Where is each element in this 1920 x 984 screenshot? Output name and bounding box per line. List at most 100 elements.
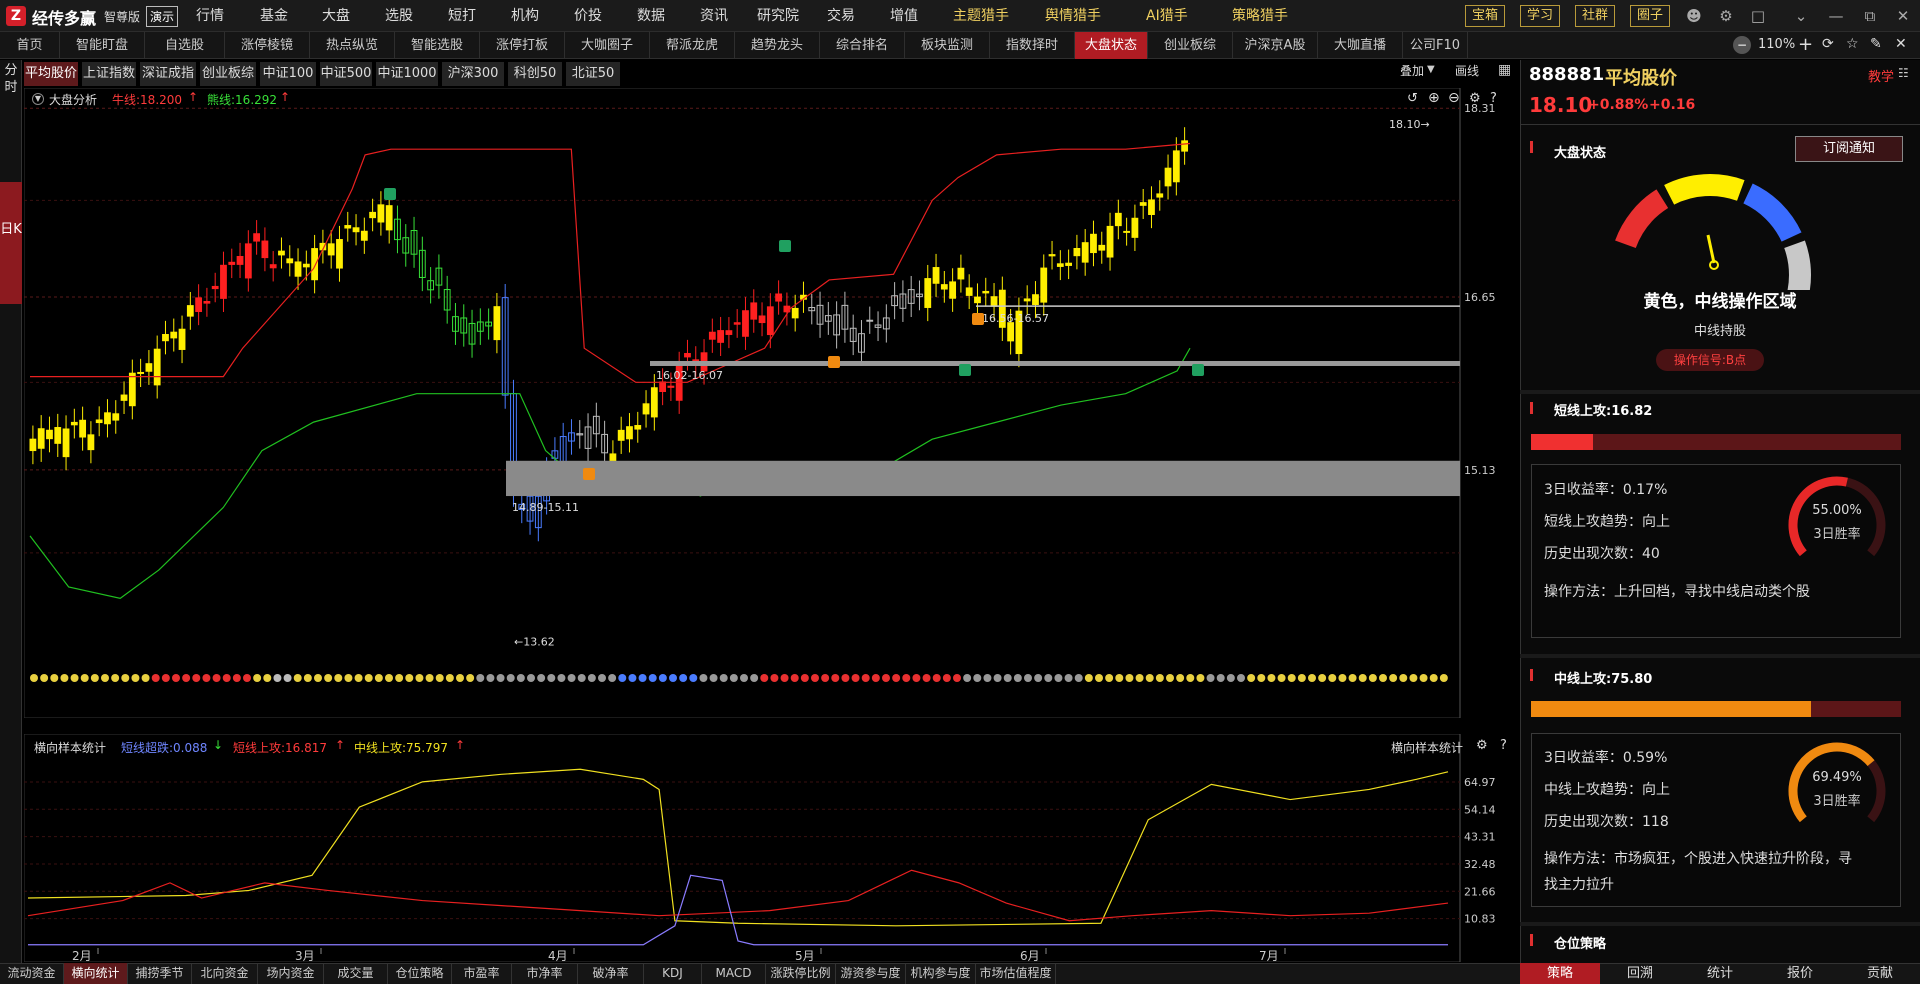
right-tab-backtrack[interactable]: 回溯: [1600, 963, 1680, 984]
bottom-tab-floor-funds[interactable]: 场内资金: [258, 963, 324, 984]
menu-data[interactable]: 数据: [637, 0, 665, 32]
menu-theme-hunter[interactable]: 主题猎手: [953, 0, 1009, 32]
bottom-tab-pb[interactable]: 市净率: [512, 963, 578, 984]
grid-icon[interactable]: ▦: [1498, 62, 1511, 78]
menu-ai-hunter[interactable]: AI猎手: [1146, 0, 1188, 32]
community-button[interactable]: 社群: [1575, 5, 1616, 27]
tab-trend-leader[interactable]: 趋势龙头: [735, 32, 820, 59]
period-intraday[interactable]: 分时: [2, 62, 20, 96]
period-daily-k[interactable]: 日K: [0, 182, 22, 304]
tab-smart-watch[interactable]: 智能盯盘: [60, 32, 145, 59]
share-icon[interactable]: ⟳: [1822, 36, 1834, 52]
indicator-chart[interactable]: 64.97 54.14 43.31 32.48 21.66 10.83 2月 3月 4月 5月 6月…: [24, 734, 1520, 962]
tab-big-live[interactable]: 大咖直播: [1318, 32, 1403, 59]
tab-composite-rank[interactable]: 综合排名: [820, 32, 905, 59]
tab-gang-dragon[interactable]: 帮派龙虎: [650, 32, 735, 59]
index-tab-sh-index[interactable]: 上证指数: [82, 62, 136, 86]
study-button[interactable]: 学习: [1520, 5, 1561, 27]
zoom-out-icon[interactable]: −: [1733, 36, 1751, 54]
tab-company-f10[interactable]: 公司F10: [1403, 32, 1468, 59]
index-tab-csi1000[interactable]: 中证1000: [376, 62, 438, 86]
right-tab-contribution[interactable]: 贡献: [1840, 963, 1920, 984]
edit-icon[interactable]: ✎: [1870, 36, 1882, 52]
close-tab-icon[interactable]: ✕: [1895, 36, 1907, 52]
zoom-in-icon[interactable]: +: [1798, 34, 1813, 55]
tab-smart-picking[interactable]: 智能选股: [395, 32, 480, 59]
menu-short-trade[interactable]: 短打: [448, 0, 476, 32]
tab-limit-prism[interactable]: 涨停棱镜: [225, 32, 310, 59]
bottom-tab-pe[interactable]: 市盈率: [452, 963, 512, 984]
overlay-button[interactable]: 叠加: [1400, 62, 1424, 79]
menu-market[interactable]: 大盘: [322, 0, 350, 32]
menu-strategy-hunter[interactable]: 策略猎手: [1232, 0, 1288, 32]
bottom-tab-volume[interactable]: 成交量: [324, 963, 388, 984]
menu-value-added[interactable]: 增值: [890, 0, 918, 32]
index-tab-csi500[interactable]: 中证500: [320, 62, 372, 86]
add-circle-icon[interactable]: ⊕: [1428, 90, 1440, 106]
star-icon[interactable]: ☆: [1846, 36, 1859, 52]
kline-chart[interactable]: 18.3116.6515.1316.02-16.0714.89-15.1116.…: [24, 88, 1520, 718]
bottom-tab-kdj[interactable]: KDJ: [644, 963, 702, 984]
bottom-tab-macd[interactable]: MACD: [702, 963, 766, 984]
index-tab-gem[interactable]: 创业板综: [200, 62, 256, 86]
menu-trade[interactable]: 交易: [827, 0, 855, 32]
teach-link[interactable]: 教学: [1868, 66, 1894, 85]
menu-sentiment-hunter[interactable]: 舆情猎手: [1045, 0, 1101, 32]
tab-hs-a-shares[interactable]: 沪深京A股: [1233, 32, 1318, 59]
indicator-settings-icon[interactable]: ⚙: [1476, 738, 1488, 753]
bottom-tab-horizontal-stats[interactable]: 横向统计: [64, 963, 128, 984]
tab-gem-composite[interactable]: 创业板综: [1148, 32, 1233, 59]
remove-circle-icon[interactable]: ⊖: [1448, 90, 1460, 106]
menu-institution[interactable]: 机构: [511, 0, 539, 32]
bottom-tab-position-strategy[interactable]: 仓位策略: [388, 963, 452, 984]
bottom-tab-hot-money[interactable]: 游资参与度: [836, 963, 906, 984]
overlay-dropdown-icon[interactable]: ▼: [1427, 64, 1435, 75]
index-tab-bse50[interactable]: 北证50: [566, 62, 620, 86]
user-icon[interactable]: ☻: [1684, 6, 1704, 26]
operation-signal-badge[interactable]: 操作信号:B点: [1656, 349, 1764, 371]
draw-line-button[interactable]: 画线: [1455, 62, 1479, 79]
right-tab-stats[interactable]: 统计: [1680, 963, 1760, 984]
tab-limit-board[interactable]: 涨停打板: [480, 32, 565, 59]
tab-home[interactable]: 首页: [0, 32, 60, 59]
tab-index-timing[interactable]: 指数择时: [990, 32, 1075, 59]
window-icon[interactable]: □: [1748, 6, 1768, 26]
right-tab-quote[interactable]: 报价: [1760, 963, 1840, 984]
bottom-tab-institution[interactable]: 机构参与度: [906, 963, 976, 984]
bottom-tab-fishing-season[interactable]: 捕捞季节: [128, 963, 192, 984]
tab-sector-monitor[interactable]: 板块监测: [905, 32, 990, 59]
index-tab-sz-component[interactable]: 深证成指: [140, 62, 196, 86]
settings-icon[interactable]: ⚙: [1469, 91, 1481, 106]
tab-watchlist[interactable]: 自选股: [145, 32, 225, 59]
panel-close-icon[interactable]: ☷: [1898, 66, 1909, 80]
bottom-tab-limit-ratio[interactable]: 涨跌停比例: [766, 963, 836, 984]
index-tab-avg-price[interactable]: 平均股价: [24, 62, 78, 86]
help-icon[interactable]: ?: [1490, 91, 1497, 106]
indicator-help-icon[interactable]: ?: [1500, 738, 1507, 753]
bottom-tab-liquidity[interactable]: 流动资金: [0, 963, 64, 984]
bottom-tab-below-book[interactable]: 破净率: [578, 963, 644, 984]
menu-news[interactable]: 资讯: [700, 0, 728, 32]
close-icon[interactable]: ✕: [1893, 6, 1913, 26]
minimize-icon[interactable]: —: [1826, 6, 1846, 26]
demo-badge[interactable]: 演示: [146, 6, 179, 27]
menu-stock-picking[interactable]: 选股: [385, 0, 413, 32]
subscribe-button[interactable]: 订阅通知: [1795, 136, 1903, 162]
gear-icon[interactable]: ⚙: [1716, 6, 1736, 26]
treasure-box-button[interactable]: 宝箱: [1465, 5, 1506, 27]
restore-icon[interactable]: ⧉: [1860, 6, 1880, 26]
collapse-icon[interactable]: ▼: [32, 93, 44, 105]
menu-value[interactable]: 价投: [574, 0, 602, 32]
index-tab-star50[interactable]: 科创50: [508, 62, 562, 86]
tab-hot-overview[interactable]: 热点纵览: [310, 32, 395, 59]
circle-button[interactable]: 圈子: [1630, 5, 1671, 27]
menu-quotes[interactable]: 行情: [196, 0, 224, 32]
menu-research[interactable]: 研究院: [757, 0, 799, 32]
right-tab-strategy[interactable]: 策略: [1520, 963, 1600, 984]
menu-fund[interactable]: 基金: [260, 0, 288, 32]
index-tab-hs300[interactable]: 沪深300: [442, 62, 504, 86]
tab-market-state[interactable]: 大盘状态: [1075, 32, 1148, 59]
refresh-icon[interactable]: ↺: [1407, 91, 1418, 106]
tab-big-circle[interactable]: 大咖圈子: [565, 32, 650, 59]
index-tab-csi100[interactable]: 中证100: [260, 62, 316, 86]
